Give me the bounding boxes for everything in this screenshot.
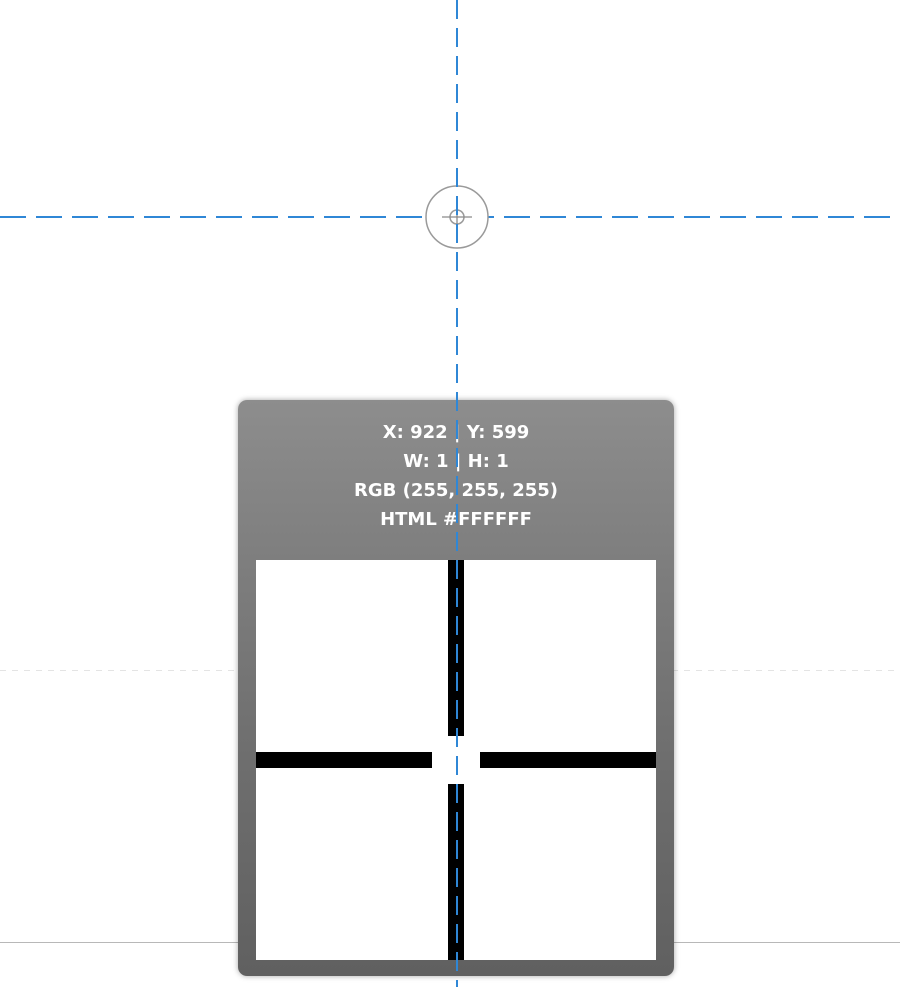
crosshair-zoom-icon-left xyxy=(256,752,432,768)
vertical-guide-line xyxy=(456,0,458,987)
crosshair-zoom-icon-right xyxy=(480,752,656,768)
